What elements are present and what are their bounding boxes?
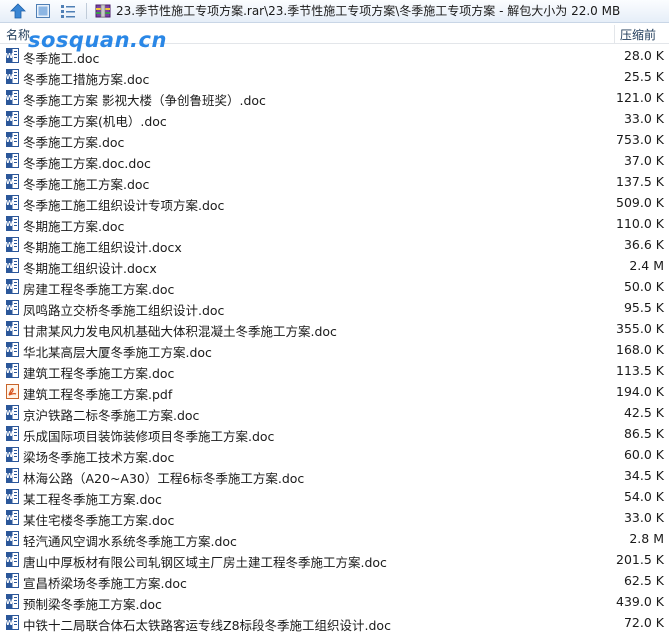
file-size: 33.0 K — [623, 111, 664, 126]
file-size: 110.0 K — [616, 216, 664, 231]
file-row[interactable]: W 林海公路（A20~A30）工程6标冬季施工方案.doc 34.5 K — [0, 465, 669, 486]
file-row[interactable]: W 乐成国际项目装饰装修项目冬季施工方案.doc 86.5 K — [0, 423, 669, 444]
file-row[interactable]: W 中铁十二局联合体石太铁路客运专线Z8标段冬季施工组织设计.doc 72.0 K — [0, 612, 669, 633]
file-row[interactable]: W 冬季施工方案 影视大楼（争创鲁班奖）.doc 121.0 K — [0, 87, 669, 108]
file-row[interactable]: W 冬期施工方案.doc 110.0 K — [0, 213, 669, 234]
file-row[interactable]: W 冬期施工施工组织设计.docx 36.6 K — [0, 234, 669, 255]
file-size: 439.0 K — [616, 594, 664, 609]
file-size: 355.0 K — [616, 321, 664, 336]
file-size: 86.5 K — [623, 426, 664, 441]
file-size: 194.0 K — [616, 384, 664, 399]
file-row[interactable]: W 冬季施工方案.doc.doc 37.0 K — [0, 150, 669, 171]
file-size: 54.0 K — [623, 489, 664, 504]
file-row[interactable]: W 宣昌桥梁场冬季施工方案.doc 62.5 K — [0, 570, 669, 591]
archive-icon — [95, 3, 111, 19]
file-row[interactable]: W 轻汽通风空调水系统冬季施工方案.doc 2.8 M — [0, 528, 669, 549]
column-header: 名称 压缩前 — [0, 25, 669, 44]
file-row[interactable]: W 梁场冬季施工技术方案.doc 60.0 K — [0, 444, 669, 465]
details-view-icon[interactable] — [35, 3, 51, 19]
file-row[interactable]: W 冬期施工组织设计.docx 2.4 M — [0, 255, 669, 276]
column-header-name[interactable]: 名称 — [6, 26, 30, 43]
archive-path: 23.季节性施工专项方案.rar\23.季节性施工专项方案\冬季施工专项方案 -… — [116, 4, 621, 18]
file-size: 62.5 K — [623, 573, 664, 588]
file-size: 34.5 K — [623, 468, 664, 483]
file-row[interactable]: W 京沪铁路二标冬季施工方案.doc 42.5 K — [0, 402, 669, 423]
file-row[interactable]: W 甘肃某风力发电风机基础大体积混凝土冬季施工方案.doc 355.0 K — [0, 318, 669, 339]
file-size: 33.0 K — [623, 510, 664, 525]
file-size: 201.5 K — [616, 552, 664, 567]
column-divider[interactable] — [614, 25, 615, 43]
up-arrow-icon[interactable] — [10, 3, 26, 19]
file-size: 168.0 K — [616, 342, 664, 357]
file-row[interactable]: W 某工程冬季施工方案.doc 54.0 K — [0, 486, 669, 507]
file-size: 25.5 K — [623, 69, 664, 84]
file-row[interactable]: W 预制梁冬季施工方案.doc 439.0 K — [0, 591, 669, 612]
file-size: 95.5 K — [623, 300, 664, 315]
file-row[interactable]: W 唐山中厚板材有限公司轧钢区域主厂房土建工程冬季施工方案.doc 201.5 K — [0, 549, 669, 570]
file-row[interactable]: W 冬季施工方案.doc 753.0 K — [0, 129, 669, 150]
file-row[interactable]: W 华北某高层大厦冬季施工方案.doc 168.0 K — [0, 339, 669, 360]
file-size: 36.6 K — [623, 237, 664, 252]
toolbar-separator — [86, 3, 87, 19]
file-row[interactable]: W 某住宅楼冬季施工方案.doc 33.0 K — [0, 507, 669, 528]
file-size: 72.0 K — [623, 615, 664, 630]
list-view-icon[interactable] — [60, 3, 76, 19]
file-size: 50.0 K — [623, 279, 664, 294]
file-row[interactable]: 建筑工程冬季施工方案.pdf 194.0 K — [0, 381, 669, 402]
file-size: 753.0 K — [616, 132, 664, 147]
file-size: 113.5 K — [616, 363, 664, 378]
file-size: 2.4 M — [629, 258, 664, 273]
file-row[interactable]: W 冬季施工措施方案.doc 25.5 K — [0, 66, 669, 87]
file-row[interactable]: W 建筑工程冬季施工方案.doc 113.5 K — [0, 360, 669, 381]
file-size: 121.0 K — [616, 90, 664, 105]
file-list: W 冬季施工.doc 28.0 K W 冬季施工措施方案.doc 25.5 K W 冬季施工方… — [0, 45, 669, 633]
column-header-size[interactable]: 压缩前 — [620, 26, 656, 43]
file-size: 28.0 K — [623, 48, 664, 63]
file-row[interactable]: W 房建工程冬季施工方案.doc 50.0 K — [0, 276, 669, 297]
file-size: 37.0 K — [623, 153, 664, 168]
file-size: 509.0 K — [616, 195, 664, 210]
file-row[interactable]: W 冬季施工施工方案.doc 137.5 K — [0, 171, 669, 192]
file-size: 42.5 K — [623, 405, 664, 420]
file-row[interactable]: W 冬季施工.doc 28.0 K — [0, 45, 669, 66]
file-size: 2.8 M — [629, 531, 664, 546]
file-row[interactable]: W 冬季施工方案(机电）.doc 33.0 K — [0, 108, 669, 129]
file-size: 137.5 K — [616, 174, 664, 189]
file-row[interactable]: W 冬季施工施工组织设计专项方案.doc 509.0 K — [0, 192, 669, 213]
file-row[interactable]: W 凤鸣路立交桥冬季施工组织设计.doc 95.5 K — [0, 297, 669, 318]
toolbar: 23.季节性施工专项方案.rar\23.季节性施工专项方案\冬季施工专项方案 -… — [0, 0, 669, 23]
file-size: 60.0 K — [623, 447, 664, 462]
